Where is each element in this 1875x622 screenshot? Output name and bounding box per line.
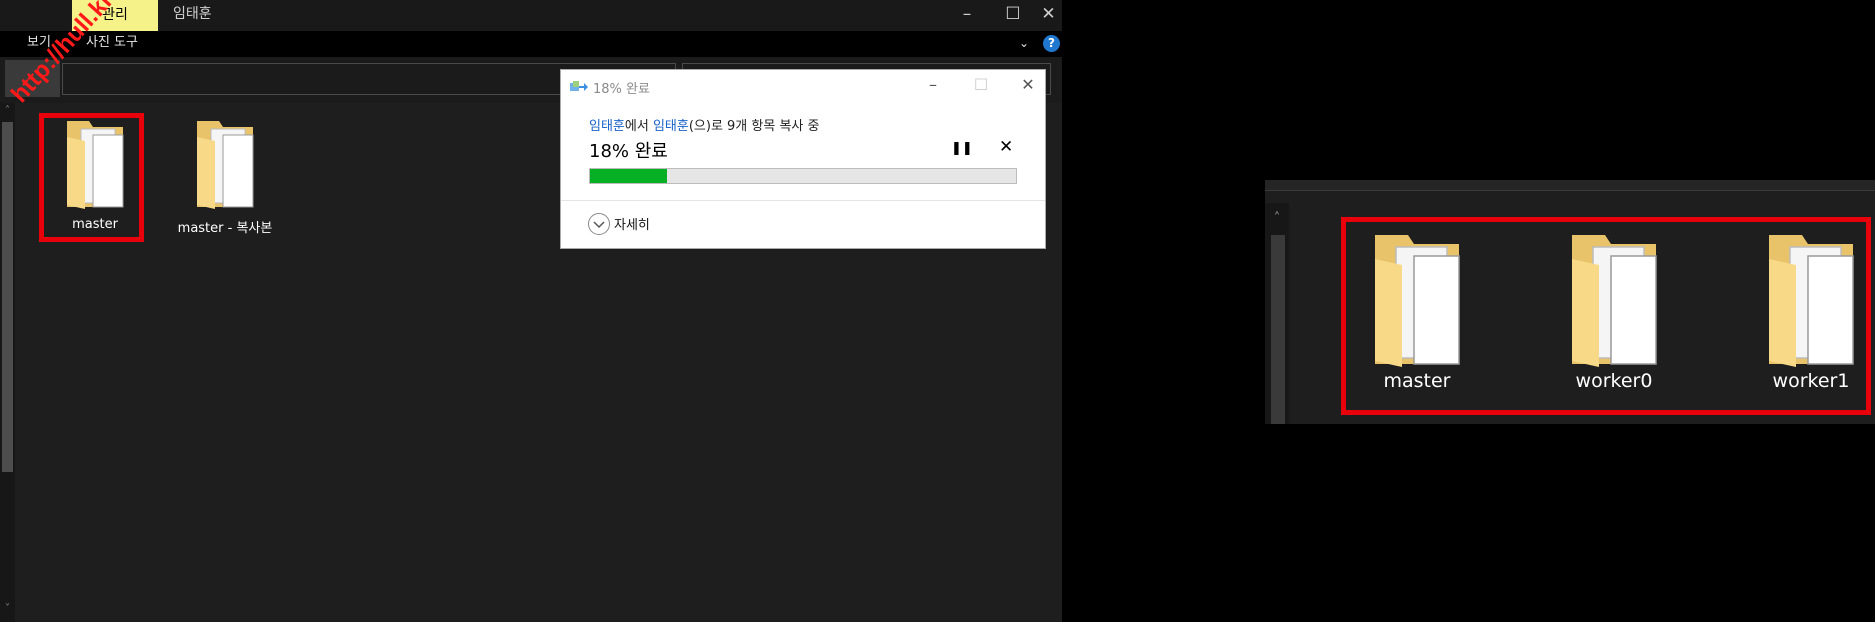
ribbon-tab-picture-tools[interactable]: 사진 도구 <box>86 31 138 55</box>
dialog-close-button[interactable]: ✕ <box>1013 75 1043 94</box>
file-explorer-window: 관리 임태훈 – ☐ ✕ 보기 사진 도구 ⌄ ? ˄ ˅ master mas… <box>0 0 1062 622</box>
copy-progress-dialog: 18% 완료 – ☐ ✕ 임태훈에서 임태훈(으)로 9개 항목 복사 중 18… <box>560 69 1046 249</box>
file-label: master - 복사본 <box>177 221 273 236</box>
source-link[interactable]: 임태훈 <box>589 119 625 134</box>
scroll-down-icon[interactable]: ˅ <box>0 603 15 614</box>
zoom-top-bar <box>1265 180 1875 191</box>
cancel-icon[interactable]: ✕ <box>999 137 1013 157</box>
from-text: 에서 <box>624 119 653 134</box>
dialog-maximize-button: ☐ <box>973 75 989 94</box>
copy-description: 임태훈에서 임태훈(으)로 9개 항목 복사 중 <box>589 115 819 134</box>
chevron-down-icon[interactable] <box>588 213 610 235</box>
chevron-down-icon[interactable]: ⌄ <box>1019 31 1029 55</box>
file-item-master-copy[interactable]: master - 복사본 <box>170 119 280 236</box>
scrollbar-thumb[interactable] <box>2 122 13 472</box>
destination-link[interactable]: 임태훈 <box>653 119 689 134</box>
selection-highlight-box <box>1341 217 1871 415</box>
window-title: 임태훈 <box>173 6 212 22</box>
to-text: (으)로 9개 항목 복사 중 <box>688 119 820 134</box>
dialog-title: 18% 완료 <box>593 82 650 97</box>
progress-status: 18% 완료 <box>589 141 668 162</box>
close-button[interactable]: ✕ <box>1035 0 1062 29</box>
folder-with-documents-icon <box>197 121 254 209</box>
ribbon-bar: 보기 사진 도구 ⌄ ? <box>0 31 1062 57</box>
divider <box>561 200 1045 201</box>
copy-files-icon <box>570 81 588 91</box>
details-button[interactable]: 자세히 <box>614 214 650 233</box>
zoomed-explorer-view: ˄ master worker0 worker1 <box>1265 180 1875 424</box>
title-bar: 관리 임태훈 – ☐ ✕ <box>0 0 1062 31</box>
scroll-up-icon[interactable]: ˄ <box>0 105 15 116</box>
maximize-button[interactable]: ☐ <box>988 0 1038 29</box>
progress-bar-fill <box>590 169 667 183</box>
scroll-up-icon[interactable]: ˄ <box>1265 211 1289 226</box>
selection-highlight-box <box>39 113 144 242</box>
minimize-button[interactable]: – <box>942 0 992 29</box>
pause-icon[interactable]: ❚❚ <box>951 141 973 156</box>
scrollbar-thumb[interactable] <box>1271 235 1285 424</box>
progress-bar <box>589 168 1017 184</box>
help-icon[interactable]: ? <box>1043 35 1060 52</box>
dialog-minimize-button[interactable]: – <box>918 75 948 94</box>
vertical-scrollbar[interactable]: ˄ ˅ <box>0 103 15 622</box>
zoom-scrollbar[interactable]: ˄ <box>1265 203 1289 424</box>
